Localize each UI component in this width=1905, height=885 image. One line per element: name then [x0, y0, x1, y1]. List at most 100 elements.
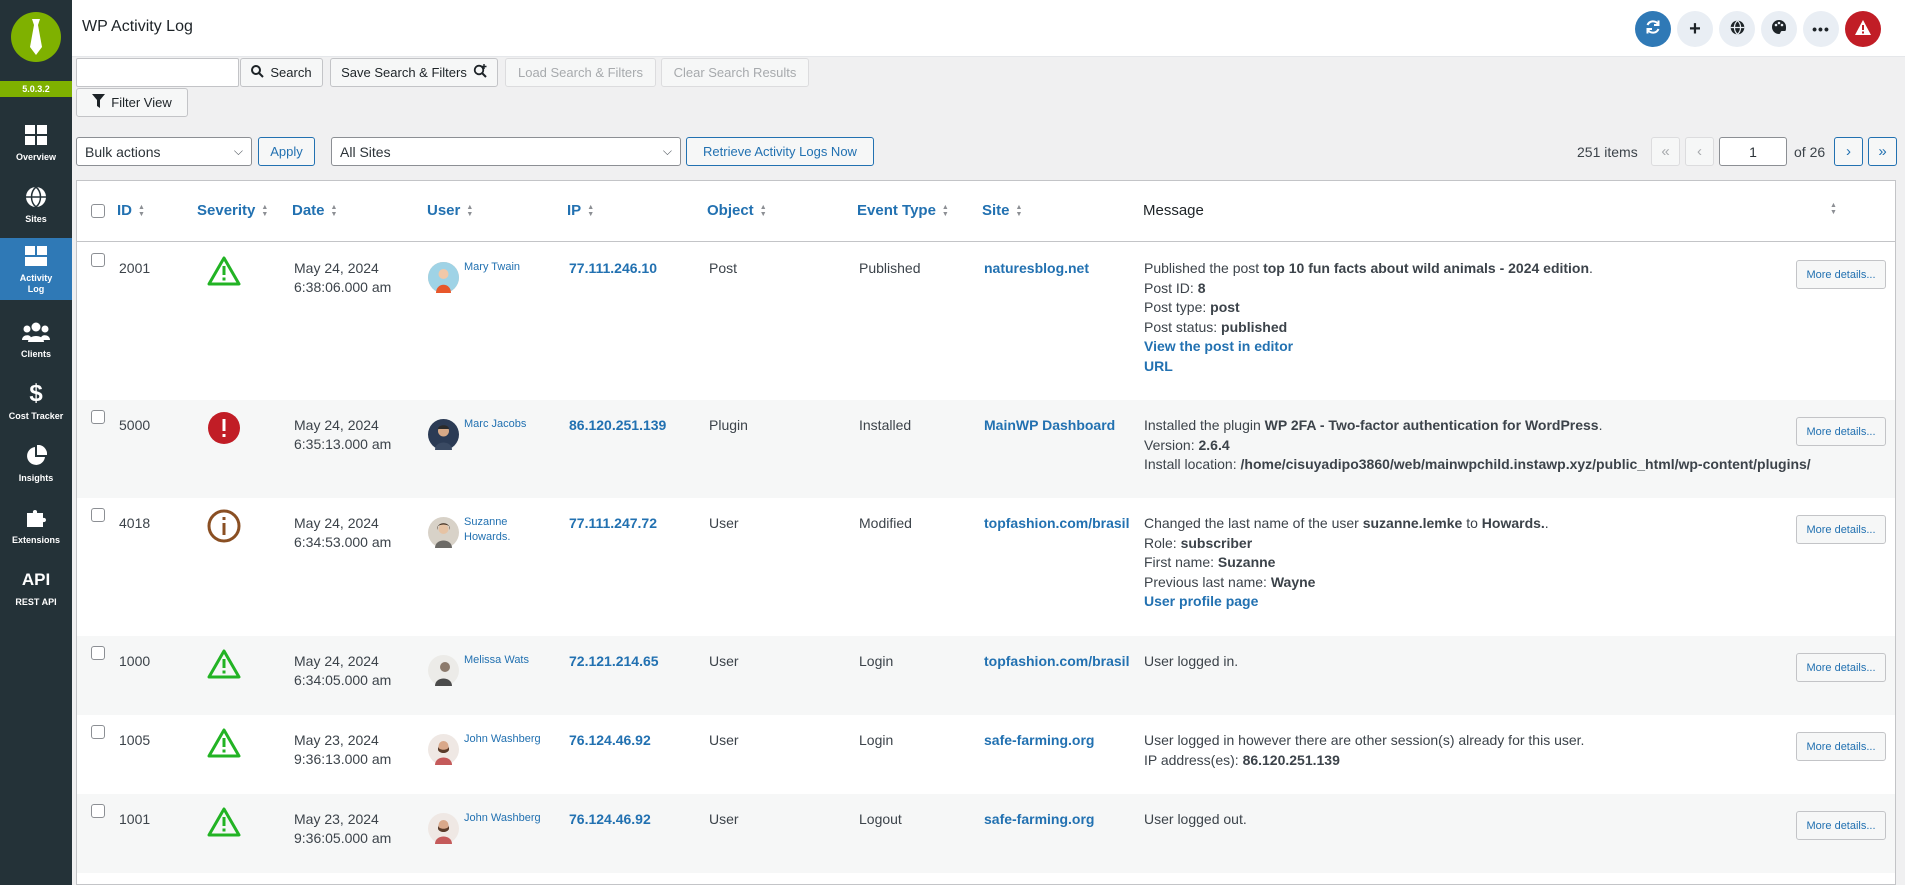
- column-date[interactable]: Date ▲ ▼: [292, 202, 337, 219]
- sidebar-item-clients[interactable]: Clients: [0, 309, 72, 371]
- clear-search-results-button[interactable]: Clear Search Results: [661, 58, 809, 87]
- avatar: [428, 655, 459, 686]
- current-page-input[interactable]: 1: [1719, 137, 1787, 166]
- select-all-checkbox[interactable]: [91, 204, 105, 218]
- first-page-button[interactable]: «: [1651, 137, 1680, 166]
- more-details-button[interactable]: More details...: [1796, 811, 1886, 840]
- row-checkbox[interactable]: [91, 646, 105, 660]
- column-user[interactable]: User ▲ ▼: [427, 202, 473, 219]
- add-button[interactable]: +: [1677, 11, 1713, 47]
- sidebar-item-activity-log[interactable]: Activity Log: [0, 238, 72, 300]
- sidebar-item-rest-api[interactable]: API REST API: [0, 557, 72, 619]
- save-search-filters-button[interactable]: Save Search & Filters: [330, 58, 498, 87]
- row-object: Plugin: [709, 417, 748, 433]
- row-checkbox[interactable]: [91, 410, 105, 424]
- avatar: [428, 813, 459, 844]
- row-checkbox[interactable]: [91, 508, 105, 522]
- row-ip[interactable]: 76.124.46.92: [569, 810, 651, 830]
- next-page-button[interactable]: ›: [1834, 137, 1863, 166]
- column-site[interactable]: Site ▲ ▼: [982, 202, 1022, 219]
- column-actions-sort[interactable]: ▲ ▼: [1830, 202, 1837, 216]
- row-ip[interactable]: 72.121.214.65: [569, 652, 659, 672]
- row-site[interactable]: topfashion.com/brasil: [984, 652, 1129, 672]
- row-object: User: [709, 515, 739, 531]
- avatar: [428, 734, 459, 765]
- row-id: 1005: [119, 732, 151, 748]
- sort-icon: ▲ ▼: [587, 203, 595, 218]
- column-severity[interactable]: Severity ▲ ▼: [197, 202, 268, 219]
- globe-icon: [25, 185, 47, 209]
- row-user[interactable]: Melissa Wats: [464, 653, 529, 668]
- load-search-filters-button[interactable]: Load Search & Filters: [505, 58, 656, 87]
- bulk-actions-select[interactable]: Bulk actions ⌵: [76, 137, 252, 166]
- column-ip[interactable]: IP ▲ ▼: [567, 202, 594, 219]
- search-input[interactable]: [76, 58, 239, 87]
- last-page-button[interactable]: »: [1868, 137, 1897, 166]
- avatar: [428, 262, 459, 293]
- more-options-button[interactable]: •••: [1803, 11, 1839, 47]
- row-site[interactable]: MainWP Dashboard: [984, 416, 1115, 436]
- user-profile-link[interactable]: User profile page: [1144, 592, 1549, 612]
- sort-icon: ▲ ▼: [330, 203, 338, 218]
- row-date: May 24, 2024: [294, 417, 379, 433]
- row-checkbox[interactable]: [91, 253, 105, 267]
- view-post-link[interactable]: View the post in editor: [1144, 337, 1593, 357]
- row-event-type: Installed: [859, 417, 912, 433]
- api-icon: API: [21, 570, 51, 589]
- row-user[interactable]: Marc Jacobs: [464, 417, 526, 432]
- sync-button[interactable]: [1635, 11, 1671, 47]
- row-user[interactable]: Mary Twain: [464, 260, 520, 275]
- sidebar-item-insights[interactable]: Insights: [0, 433, 72, 495]
- more-details-button[interactable]: More details...: [1796, 417, 1886, 446]
- search-button[interactable]: Search: [240, 58, 323, 87]
- row-object: User: [709, 811, 739, 827]
- url-link[interactable]: URL: [1144, 357, 1593, 377]
- sidebar-item-label: Sites: [25, 214, 47, 224]
- row-site[interactable]: naturesblog.net: [984, 259, 1089, 279]
- more-details-button[interactable]: More details...: [1796, 653, 1886, 682]
- row-ip[interactable]: 76.124.46.92: [569, 731, 651, 751]
- column-object[interactable]: Object ▲ ▼: [707, 202, 767, 219]
- row-id: 1000: [119, 653, 151, 669]
- row-user[interactable]: John Washberg: [464, 811, 541, 826]
- column-id[interactable]: ID ▲ ▼: [117, 202, 145, 219]
- mainwp-logo[interactable]: [11, 12, 61, 62]
- row-site[interactable]: topfashion.com/brasil: [984, 514, 1129, 534]
- row-ip[interactable]: 77.111.247.72: [569, 514, 657, 534]
- more-details-button[interactable]: More details...: [1796, 260, 1886, 289]
- column-event-type[interactable]: Event Type ▲ ▼: [857, 202, 949, 219]
- row-site[interactable]: safe-farming.org: [984, 731, 1094, 751]
- row-ip[interactable]: 77.111.246.10: [569, 259, 657, 279]
- sidebar-item-sites[interactable]: Sites: [0, 174, 72, 236]
- more-details-button[interactable]: More details...: [1796, 732, 1886, 761]
- globe-button[interactable]: [1719, 11, 1755, 47]
- page-title: WP Activity Log: [82, 18, 193, 35]
- row-message: Published the post top 10 fun facts abou…: [1144, 259, 1593, 376]
- filter-view-button[interactable]: Filter View: [76, 88, 188, 117]
- row-user[interactable]: Suzanne Howards.: [464, 515, 510, 545]
- sidebar-item-overview[interactable]: Overview: [0, 112, 72, 174]
- more-details-button[interactable]: More details...: [1796, 515, 1886, 544]
- row-checkbox[interactable]: [91, 725, 105, 739]
- table-row: 2001 May 24, 2024 6:38:06.000 am Mary Tw…: [77, 243, 1895, 400]
- row-user[interactable]: John Washberg: [464, 732, 541, 747]
- alerts-button[interactable]: [1845, 11, 1881, 47]
- row-site[interactable]: safe-farming.org: [984, 810, 1094, 830]
- table-header: ID ▲ ▼ Severity ▲ ▼ Date ▲ ▼ User ▲ ▼ IP ▲ ▼ Objec…: [77, 181, 1895, 242]
- prev-page-button[interactable]: ‹: [1685, 137, 1714, 166]
- retrieve-logs-button[interactable]: Retrieve Activity Logs Now: [686, 137, 874, 166]
- sort-icon: ▲ ▼: [1830, 202, 1837, 216]
- search-icon: [251, 64, 265, 81]
- row-event-type: Login: [859, 653, 894, 669]
- sites-select[interactable]: All Sites ⌵: [331, 137, 681, 166]
- row-checkbox[interactable]: [91, 804, 105, 818]
- sidebar-item-cost-tracker[interactable]: $ Cost Tracker: [0, 371, 72, 433]
- sidebar-item-extensions[interactable]: Extensions: [0, 495, 72, 557]
- row-message: User logged in.: [1144, 653, 1239, 669]
- apply-button[interactable]: Apply: [258, 137, 315, 166]
- critical-severity-icon: [206, 410, 242, 446]
- palette-icon: [1771, 19, 1787, 39]
- row-ip[interactable]: 86.120.251.139: [569, 416, 666, 436]
- theme-button[interactable]: [1761, 11, 1797, 47]
- dollar-icon: $: [29, 380, 43, 407]
